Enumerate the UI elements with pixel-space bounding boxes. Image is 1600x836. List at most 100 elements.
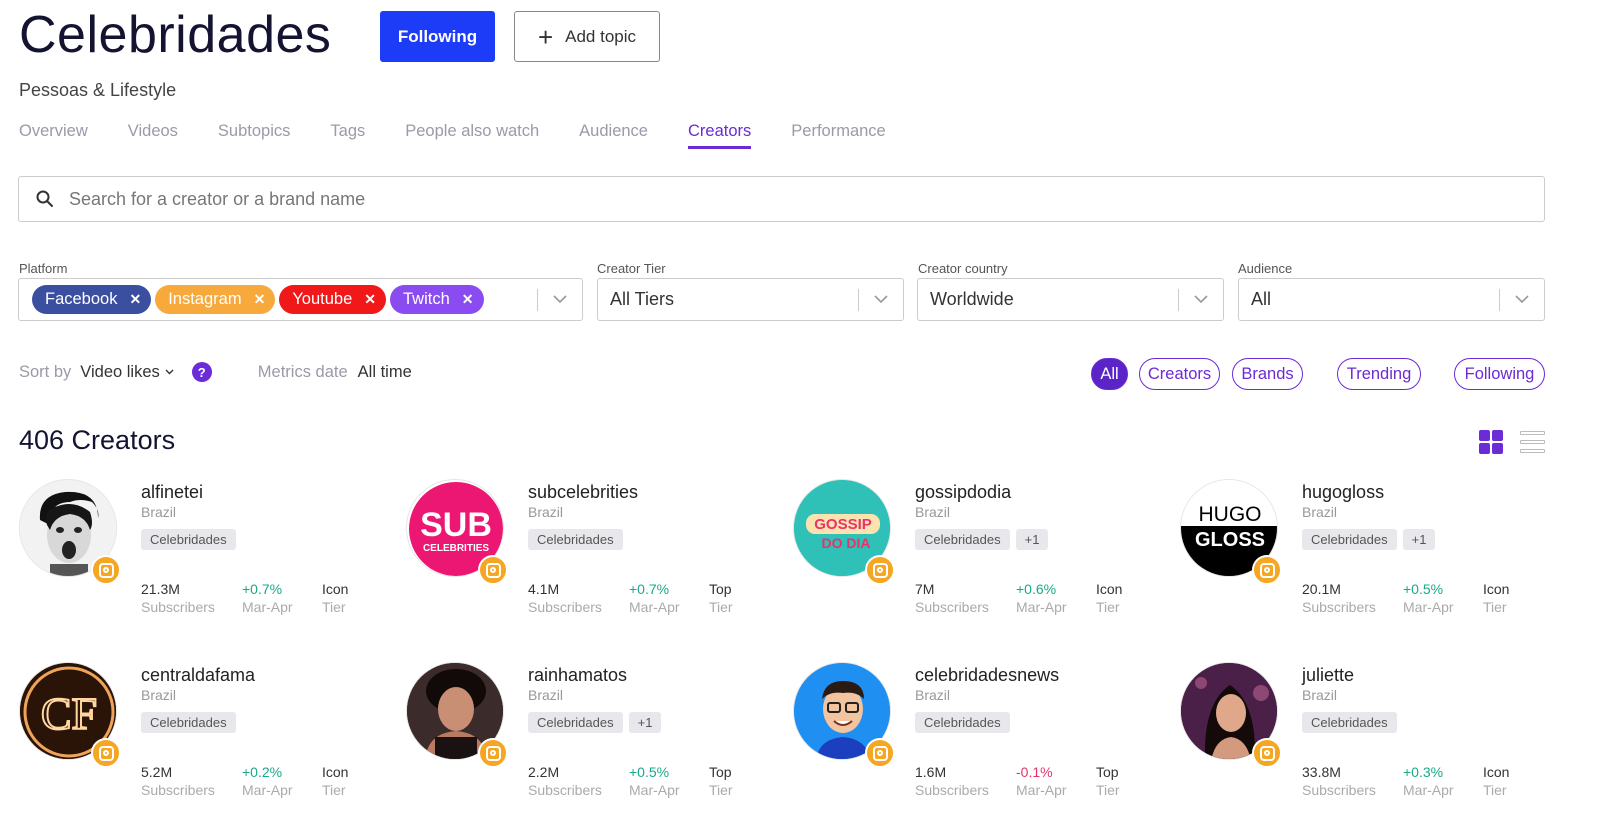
platform-select[interactable]: Facebook ✕ Instagram ✕ Youtube ✕ Twitch ✕ xyxy=(18,278,583,321)
creator-tags: Celebridades +1 xyxy=(915,529,1049,550)
subscribers-value: 2.2M xyxy=(528,764,560,780)
remove-chip-icon[interactable]: ✕ xyxy=(129,291,141,308)
filter-pill-creators[interactable]: Creators xyxy=(1139,358,1220,390)
tier-label: Tier xyxy=(1483,599,1507,615)
tier-label: Tier xyxy=(1096,782,1120,798)
tag-more[interactable]: +1 xyxy=(628,712,662,733)
subscribers-stat: 20.1M Subscribers xyxy=(1302,580,1376,616)
change-period: Mar-Apr xyxy=(242,782,293,798)
tab-creators[interactable]: Creators xyxy=(687,122,752,149)
remove-chip-icon[interactable]: ✕ xyxy=(364,291,376,308)
tag[interactable]: Celebridades xyxy=(915,712,1010,733)
following-button[interactable]: Following xyxy=(380,11,495,62)
tag[interactable]: Celebridades xyxy=(1302,712,1397,733)
creator-card[interactable]: celebridadesnews Brazil Celebridades 1.6… xyxy=(793,662,1173,822)
tab-overview[interactable]: Overview xyxy=(19,122,88,149)
change-stat: +0.7% Mar-Apr xyxy=(242,580,293,616)
subscribers-stat: 33.8M Subscribers xyxy=(1302,763,1376,799)
country-select[interactable]: Worldwide xyxy=(917,278,1224,321)
creator-name[interactable]: rainhamatos xyxy=(528,665,627,686)
filter-pill-brands[interactable]: Brands xyxy=(1232,358,1303,390)
change-stat: +0.6% Mar-Apr xyxy=(1016,580,1067,616)
tag[interactable]: Celebridades xyxy=(528,529,623,550)
platform-label: Platform xyxy=(19,261,68,276)
tag[interactable]: Celebridades xyxy=(141,712,236,733)
tag[interactable]: Celebridades xyxy=(528,712,623,733)
country-value: Worldwide xyxy=(930,289,1014,309)
creator-country: Brazil xyxy=(141,687,177,703)
remove-chip-icon[interactable]: ✕ xyxy=(462,291,474,308)
chevron-down-icon[interactable] xyxy=(538,295,582,304)
tier-stat: Icon Tier xyxy=(322,580,348,616)
sort-row: Sort by Video likes ? Metrics date All t… xyxy=(19,362,412,382)
instagram-icon xyxy=(1252,738,1282,768)
creator-name[interactable]: hugogloss xyxy=(1302,482,1384,503)
creator-name[interactable]: gossipdodia xyxy=(915,482,1011,503)
tag[interactable]: Celebridades xyxy=(141,529,236,550)
chevron-down-icon[interactable] xyxy=(1179,295,1223,304)
search-input[interactable] xyxy=(69,188,1469,210)
tab-subtopics[interactable]: Subtopics xyxy=(218,122,290,149)
list-view-icon[interactable] xyxy=(1520,431,1545,453)
creator-card[interactable]: HUGO GLOSS hugogloss Brazil Celebridades… xyxy=(1180,479,1560,639)
sort-by-dropdown[interactable]: Video likes xyxy=(80,363,174,382)
tab-performance[interactable]: Performance xyxy=(791,122,885,149)
tier-select[interactable]: All Tiers xyxy=(597,278,904,321)
filter-pill-following[interactable]: Following xyxy=(1454,358,1545,390)
creator-card[interactable]: CF centraldafama Brazil Celebridades 5.2… xyxy=(19,662,399,822)
tag[interactable]: Celebridades xyxy=(1302,529,1397,550)
tab-videos[interactable]: Videos xyxy=(128,122,178,149)
change-value: -0.1% xyxy=(1016,764,1053,780)
chevron-down-icon[interactable] xyxy=(859,295,903,304)
subscribers-value: 7M xyxy=(915,581,935,597)
help-icon[interactable]: ? xyxy=(191,362,212,382)
change-value: +0.3% xyxy=(1403,764,1444,780)
add-topic-button[interactable]: + Add topic xyxy=(514,11,660,62)
remove-chip-icon[interactable]: ✕ xyxy=(254,291,266,308)
creator-country: Brazil xyxy=(915,687,951,703)
creator-card[interactable]: GOSSIP DO DIA gossipdodia Brazil Celebri… xyxy=(793,479,1173,639)
creator-name[interactable]: alfinetei xyxy=(141,482,203,503)
creator-card[interactable]: rainhamatos Brazil Celebridades +1 2.2M S… xyxy=(406,662,786,822)
chip-facebook[interactable]: Facebook ✕ xyxy=(32,285,152,314)
page-header: Celebridades xyxy=(19,0,331,70)
chip-youtube[interactable]: Youtube ✕ xyxy=(279,285,387,314)
creator-tags: Celebridades xyxy=(528,529,623,550)
tag-more[interactable]: +1 xyxy=(1015,529,1049,550)
logo-text: GLOSS xyxy=(1195,529,1265,551)
chip-label: Twitch xyxy=(403,290,450,308)
tier-value: Top xyxy=(709,764,732,780)
change-value: +0.5% xyxy=(1403,581,1444,597)
chip-twitch[interactable]: Twitch ✕ xyxy=(390,285,484,314)
subscribers-label: Subscribers xyxy=(915,782,989,798)
grid-view-icon[interactable] xyxy=(1479,430,1503,454)
change-period: Mar-Apr xyxy=(1403,599,1454,615)
chevron-down-icon[interactable] xyxy=(1500,295,1544,304)
chip-instagram[interactable]: Instagram ✕ xyxy=(155,285,276,314)
creator-name[interactable]: subcelebrities xyxy=(528,482,638,503)
subscribers-label: Subscribers xyxy=(141,599,215,615)
tab-tags[interactable]: Tags xyxy=(330,122,365,149)
tag-more[interactable]: +1 xyxy=(1402,529,1436,550)
tab-people-also-watch[interactable]: People also watch xyxy=(405,122,539,149)
tier-stat: Top Tier xyxy=(1096,763,1120,799)
tab-audience[interactable]: Audience xyxy=(579,122,648,149)
tier-value: Icon xyxy=(322,581,349,597)
creator-name[interactable]: juliette xyxy=(1302,665,1354,686)
tier-stat: Icon Tier xyxy=(1483,763,1509,799)
creator-card[interactable]: SUB CELEBRITIES subcelebrities Brazil Ce… xyxy=(406,479,786,639)
creator-name[interactable]: centraldafama xyxy=(141,665,255,686)
change-period: Mar-Apr xyxy=(1403,782,1454,798)
metrics-date-value[interactable]: All time xyxy=(358,363,412,382)
creator-card[interactable]: alfinetei Brazil Celebridades 21.3M Subsc… xyxy=(19,479,399,639)
filter-pill-all[interactable]: All xyxy=(1091,358,1128,390)
tier-stat: Top Tier xyxy=(709,580,733,616)
creator-card[interactable]: juliette Brazil Celebridades 33.8M Subscr… xyxy=(1180,662,1560,822)
audience-select[interactable]: All xyxy=(1238,278,1545,321)
subscribers-stat: 21.3M Subscribers xyxy=(141,580,215,616)
tag[interactable]: Celebridades xyxy=(915,529,1010,550)
creator-name[interactable]: celebridadesnews xyxy=(915,665,1059,686)
subscribers-value: 1.6M xyxy=(915,764,947,780)
filter-pill-trending[interactable]: Trending xyxy=(1337,358,1421,390)
instagram-icon xyxy=(478,738,508,768)
